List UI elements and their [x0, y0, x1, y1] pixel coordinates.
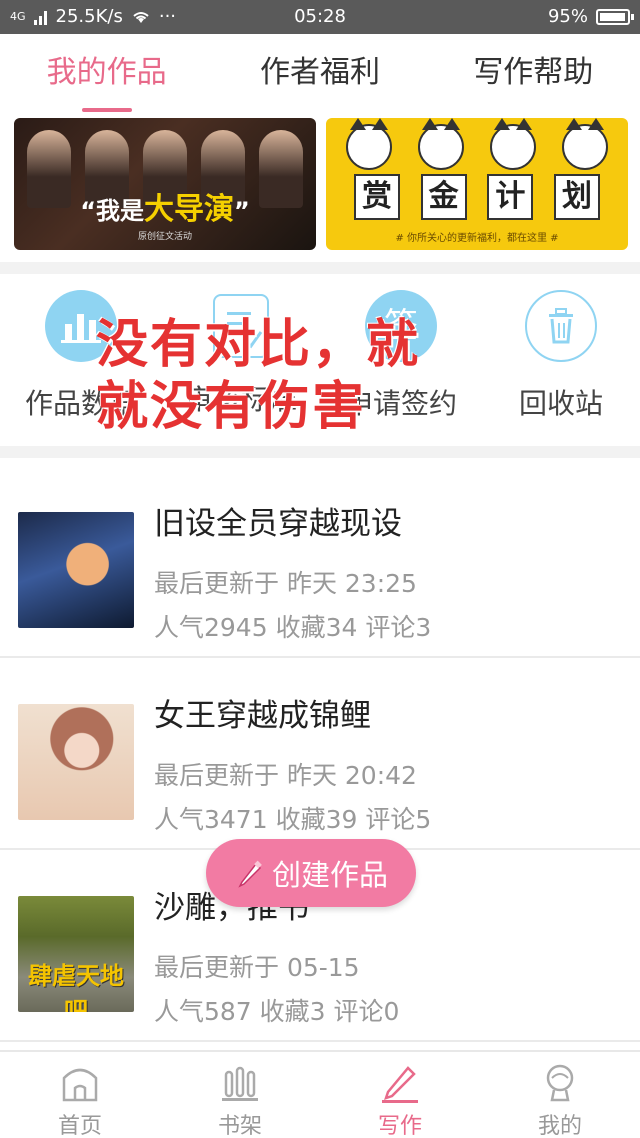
banner-title-big: 大导演 [144, 192, 234, 227]
tool-apply-contract[interactable]: 签 申请签约 [326, 290, 476, 422]
tool-label: 审核标准 [184, 383, 297, 416]
banner-title-suffix: ” [234, 197, 250, 225]
banner-carousel: “我是大导演” 原创征文活动 赏 金 计 划 # 你所关心的更新福利，都在这里 … [0, 116, 640, 256]
nav-label: 我的 [537, 1114, 582, 1138]
trash-icon [525, 290, 597, 362]
nav-home[interactable]: 首页 [0, 1052, 160, 1138]
banner-right-caption: # 你所关心的更新福利，都在这里 # [395, 233, 559, 244]
bottom-nav: 首页 书架 写作 我的 [0, 1050, 640, 1138]
cat-icon [418, 118, 464, 170]
cat-icon [346, 118, 392, 170]
tab-writing-help[interactable]: 写作帮助 [427, 34, 640, 116]
clock: 05:28 [294, 6, 346, 27]
section-divider [0, 262, 640, 274]
cat-icon [562, 118, 608, 170]
tab-author-benefits[interactable]: 作者福利 [213, 34, 426, 116]
work-stats: 人气2945 收藏34 评论3 [154, 613, 432, 642]
document-check-icon [213, 294, 269, 358]
nav-writing[interactable]: 写作 [320, 1052, 480, 1138]
tab-my-works[interactable]: 我的作品 [0, 34, 213, 116]
create-work-button[interactable]: 创建作品 [206, 839, 416, 907]
work-title: 女王穿越成锦鲤 [154, 698, 371, 734]
tool-label: 申请签约 [344, 387, 457, 420]
tool-recycle-bin[interactable]: 回收站 [486, 290, 636, 422]
work-cover [18, 704, 134, 820]
tool-label: 回收站 [518, 387, 603, 420]
section-divider [0, 446, 640, 458]
pencil-icon [238, 860, 262, 888]
battery-percent: 95% [547, 6, 588, 27]
bounty-sign-char: 赏 [354, 174, 400, 220]
nav-bookshelf[interactable]: 书架 [160, 1052, 320, 1138]
status-bar: 4G 25.5K/s ··· 05:28 95% [0, 0, 640, 34]
banner-cats-image [346, 118, 608, 170]
bounty-sign-char: 划 [553, 174, 600, 220]
top-tabs: 我的作品 作者福利 写作帮助 [0, 34, 640, 116]
banner-left-title: “我是大导演” [14, 184, 316, 228]
work-stats: 人气587 收藏3 评论0 [154, 997, 400, 1026]
work-title: 旧设全员穿越现设 [154, 506, 402, 542]
work-updated: 最后更新于 05-15 [154, 953, 360, 982]
cover-text: 肆虐天地吧 [28, 962, 124, 1012]
work-updated: 最后更新于 昨天 23:25 [154, 569, 417, 598]
list-item[interactable]: 女王穿越成锦鲤 最后更新于 昨天 20:42 人气3471 收藏39 评论5 [0, 660, 640, 850]
nav-label: 首页 [57, 1114, 102, 1138]
banner-title-prefix: “我是 [80, 197, 144, 225]
works-list: 旧设全员穿越现设 最后更新于 昨天 23:25 人气2945 收藏34 评论3 … [0, 468, 640, 1050]
list-item[interactable]: 旧设全员穿越现设 最后更新于 昨天 23:25 人气2945 收藏34 评论3 [0, 468, 640, 658]
tool-label: 作品数据 [24, 387, 137, 420]
home-icon [62, 1068, 98, 1102]
bounty-sign-char: 金 [420, 174, 467, 220]
banner-bounty-plan[interactable]: 赏 金 计 划 # 你所关心的更新福利，都在这里 # [326, 118, 628, 250]
tool-work-data[interactable]: 作品数据 [6, 290, 156, 422]
work-cover: 肆虐天地吧 [18, 896, 134, 1012]
nav-profile[interactable]: 我的 [480, 1052, 640, 1138]
sign-icon-text: 签 [384, 306, 418, 346]
bookshelf-icon [222, 1066, 258, 1101]
nav-label: 书架 [217, 1114, 262, 1138]
nav-label: 写作 [377, 1114, 422, 1138]
sign-icon: 签 [365, 290, 437, 362]
create-work-label: 创建作品 [271, 858, 388, 892]
banner-left-subtitle: 原创征文活动 [137, 232, 192, 242]
banner-bounty-signs: 赏 金 计 划 [354, 174, 600, 220]
work-stats: 人气3471 收藏39 评论5 [154, 805, 432, 834]
bounty-sign-char: 计 [487, 174, 534, 220]
work-cover [18, 512, 134, 628]
battery-icon [596, 8, 634, 25]
status-right: 95% [547, 6, 634, 27]
pen-icon [382, 1066, 418, 1103]
bar-chart-icon [45, 290, 117, 362]
tool-review-standards[interactable]: 审核标准 [166, 290, 316, 418]
work-updated: 最后更新于 昨天 20:42 [154, 761, 417, 790]
profile-icon [546, 1064, 574, 1102]
tool-grid: 作品数据 审核标准 签 申请签约 回收站 [0, 276, 640, 446]
banner-director-contest[interactable]: “我是大导演” 原创征文活动 [14, 118, 316, 250]
cat-icon [490, 118, 536, 170]
